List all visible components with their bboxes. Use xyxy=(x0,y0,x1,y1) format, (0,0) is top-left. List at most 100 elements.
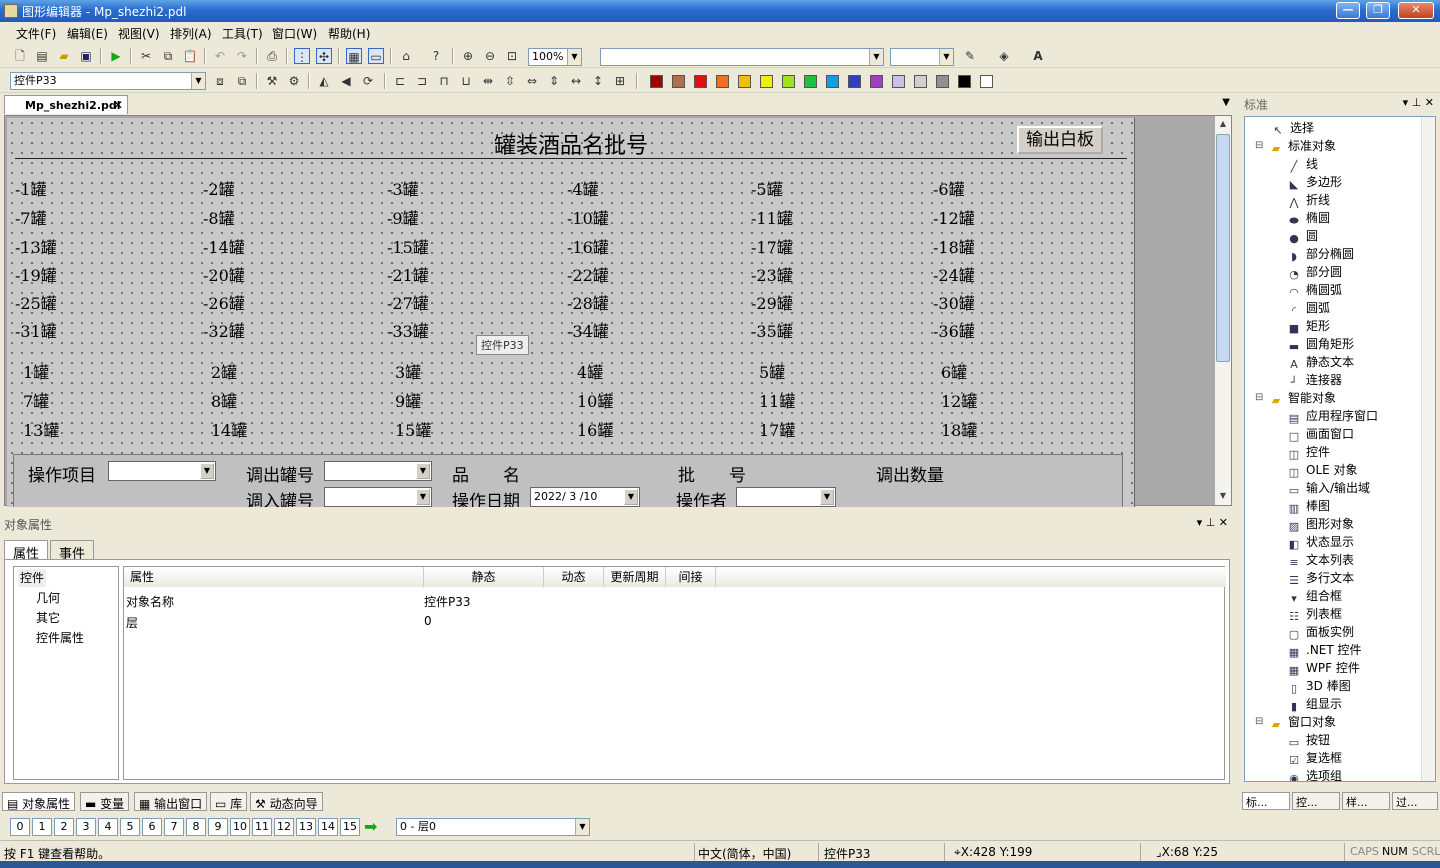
tree-item[interactable]: ▢ 面板实例 xyxy=(1287,623,1354,641)
menu-help[interactable]: 帮助(H) xyxy=(328,25,370,42)
tank-label[interactable]: -36罐 xyxy=(933,318,975,342)
layer-button[interactable]: 5 xyxy=(120,818,140,836)
tank-label[interactable]: 10罐 xyxy=(577,388,613,412)
group-icon[interactable]: ⧈ xyxy=(212,73,228,89)
cut-icon[interactable]: ✂ xyxy=(138,48,154,64)
in-tank-select[interactable]: ▼ xyxy=(324,487,432,507)
tree-item[interactable]: ▭ 按钮 xyxy=(1287,731,1330,749)
tree-item[interactable]: ≡ 文本列表 xyxy=(1287,551,1354,569)
tank-label[interactable]: -9罐 xyxy=(387,205,419,229)
align-bottom-icon[interactable]: ⊔ xyxy=(458,73,474,89)
tank-label[interactable]: -32罐 xyxy=(203,318,245,342)
tree-item[interactable]: ▮ 组显示 xyxy=(1287,695,1342,713)
flip-vertical-icon[interactable]: ◀ xyxy=(338,73,354,89)
menu-edit[interactable]: 编辑(E) xyxy=(67,25,108,42)
tank-label[interactable]: -28罐 xyxy=(567,290,609,314)
color-swatch[interactable] xyxy=(782,75,795,88)
layer-button[interactable]: 14 xyxy=(318,818,338,836)
color-swatch[interactable] xyxy=(716,75,729,88)
layers-icon[interactable]: ▦ xyxy=(346,48,362,64)
tank-label[interactable]: -1罐 xyxy=(15,176,47,200)
tank-label[interactable]: -7罐 xyxy=(15,205,47,229)
tree-item[interactable]: ◧ 状态显示 xyxy=(1287,533,1354,551)
tree-item[interactable]: ▾ 组合框 xyxy=(1287,587,1342,605)
tab-filters[interactable]: 过... xyxy=(1392,792,1438,810)
tree-item[interactable]: ▤ 应用程序窗口 xyxy=(1287,407,1378,425)
tank-label[interactable]: -14罐 xyxy=(203,234,245,258)
color-swatch[interactable] xyxy=(804,75,817,88)
layer-button[interactable]: 13 xyxy=(296,818,316,836)
tank-label[interactable]: 8罐 xyxy=(211,388,237,412)
layer-button[interactable]: 15 xyxy=(340,818,360,836)
tank-label[interactable]: -24罐 xyxy=(933,262,975,286)
tank-label[interactable]: -12罐 xyxy=(933,205,975,229)
tank-label[interactable]: -25罐 xyxy=(15,290,57,314)
color-swatch[interactable] xyxy=(892,75,905,88)
tank-label[interactable]: 6罐 xyxy=(941,359,967,383)
tank-label[interactable]: -6罐 xyxy=(933,176,965,200)
close-button[interactable]: ✕ xyxy=(1398,2,1434,19)
color-swatch[interactable] xyxy=(936,75,949,88)
tank-label[interactable]: -18罐 xyxy=(933,234,975,258)
output-whiteboard-button[interactable]: 输出白板 xyxy=(1017,126,1103,154)
tab-tags[interactable]: ▬ 变量 xyxy=(80,792,130,811)
collapse-icon[interactable]: ⊟ xyxy=(1255,137,1263,155)
color-swatch[interactable] xyxy=(650,75,663,88)
tank-label[interactable]: -16罐 xyxy=(567,234,609,258)
tree-item[interactable]: ┘ 连接器 xyxy=(1287,371,1342,389)
operator-select[interactable]: ▼ xyxy=(736,487,836,507)
properties-icon[interactable]: ▭ xyxy=(368,48,384,64)
save-icon[interactable]: ▣ xyxy=(78,48,94,64)
panel-close-icon[interactable]: ▾ ⊥ ✕ xyxy=(1197,516,1228,529)
tab-styles[interactable]: 样... xyxy=(1342,792,1390,810)
tank-label[interactable]: 16罐 xyxy=(577,417,613,441)
tree-item[interactable]: ▬ 圆角矩形 xyxy=(1287,335,1354,353)
tree-item[interactable]: ◔ 部分圆 xyxy=(1287,263,1342,281)
tab-library[interactable]: ▭ 库 xyxy=(210,792,248,811)
tank-label[interactable]: -34罐 xyxy=(567,318,609,342)
layer-button[interactable]: 9 xyxy=(208,818,228,836)
tank-label[interactable]: -27罐 xyxy=(387,290,429,314)
arrow-right-icon[interactable]: ➡ xyxy=(364,817,377,836)
tree-item[interactable]: ◫ 控件 xyxy=(1287,443,1330,461)
tank-label[interactable]: 14罐 xyxy=(211,417,247,441)
tank-label[interactable]: -5罐 xyxy=(751,176,783,200)
fill-color-icon[interactable]: ◈ xyxy=(996,48,1012,64)
tree-item[interactable]: ☷ 列表框 xyxy=(1287,605,1342,623)
tank-label[interactable]: 11罐 xyxy=(759,388,795,412)
table-cell[interactable]: 0 xyxy=(424,614,432,628)
help-pointer-icon[interactable]: ? xyxy=(428,48,444,64)
color-swatch[interactable] xyxy=(980,75,993,88)
tank-label[interactable]: -3罐 xyxy=(387,176,419,200)
font-family-select[interactable]: ▼ xyxy=(600,48,884,66)
document-tab[interactable]: Mp_shezhi2.pdl ✕ xyxy=(4,95,128,114)
tree-item[interactable]: ▭ 输入/输出域 xyxy=(1287,479,1370,497)
tank-label[interactable]: 18罐 xyxy=(941,417,977,441)
layer-button[interactable]: 6 xyxy=(142,818,162,836)
align-right-icon[interactable]: ⊐ xyxy=(414,73,430,89)
snap-icon[interactable]: ✣ xyxy=(316,48,332,64)
menu-view[interactable]: 视图(V) xyxy=(118,25,160,42)
out-tank-select[interactable]: ▼ xyxy=(324,461,432,481)
color-swatch[interactable] xyxy=(848,75,861,88)
tree-item[interactable]: ⊟ ▰ 窗口对象 xyxy=(1255,713,1336,731)
undo-icon[interactable]: ↶ xyxy=(212,48,228,64)
wand-icon[interactable]: ⚒ xyxy=(264,73,280,89)
tree-item[interactable]: ◉ 选项组 xyxy=(1287,767,1342,781)
color-swatch[interactable] xyxy=(694,75,707,88)
tree-item[interactable]: ⊟ ▰ 标准对象 xyxy=(1255,137,1336,155)
layer-button[interactable]: 12 xyxy=(274,818,294,836)
color-swatch[interactable] xyxy=(914,75,927,88)
tree-item[interactable]: ⋀ 折线 xyxy=(1287,191,1330,209)
tank-label[interactable]: -8罐 xyxy=(203,205,235,229)
tab-controls[interactable]: 控... xyxy=(1292,792,1340,810)
collapse-icon[interactable]: ⊟ xyxy=(1255,713,1263,731)
color-swatch[interactable] xyxy=(672,75,685,88)
tank-label[interactable]: -22罐 xyxy=(567,262,609,286)
tree-node-control-props[interactable]: 控件属性 xyxy=(36,629,84,647)
layer-button[interactable]: 3 xyxy=(76,818,96,836)
zoom-area-icon[interactable]: ⊡ xyxy=(504,48,520,64)
rotate-icon[interactable]: ⟳ xyxy=(360,73,376,89)
collapse-icon[interactable]: ⊟ xyxy=(1255,389,1263,407)
tank-label[interactable]: -20罐 xyxy=(203,262,245,286)
